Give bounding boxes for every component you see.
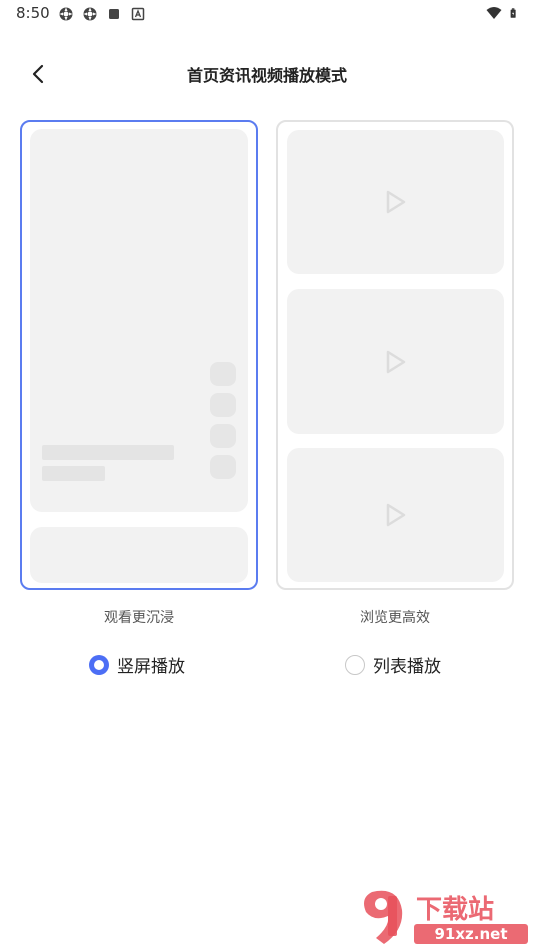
- list-mode-radio-option[interactable]: 列表播放: [345, 652, 441, 677]
- square-notification-icon: [109, 9, 119, 19]
- play-icon: [386, 503, 405, 527]
- list-preview-item: [287, 448, 504, 582]
- svg-text:91xz.net: 91xz.net: [434, 925, 507, 943]
- preview-action-button: [210, 455, 236, 479]
- list-preview-item: [287, 130, 504, 274]
- vertical-mode-label: 竖屏播放: [117, 657, 185, 677]
- status-bar: 8:50: [0, 0, 534, 28]
- a-letter-icon: [131, 7, 145, 21]
- vertical-mode-card[interactable]: [20, 120, 258, 590]
- settings-gear-icon: [59, 7, 73, 21]
- status-icons-left: [58, 6, 146, 22]
- battery-icon: [510, 8, 516, 18]
- radio-selected-icon[interactable]: [89, 654, 109, 675]
- status-icons-right: [486, 5, 520, 21]
- preview-action-button: [210, 424, 236, 448]
- settings-gear-icon: [83, 7, 97, 21]
- list-preview-item: [287, 289, 504, 434]
- watermark-logo: 下载站 91xz.net: [354, 886, 532, 948]
- page-title: 首页资讯视频播放模式: [186, 66, 347, 85]
- play-icon: [386, 190, 405, 214]
- preview-text-line: [42, 445, 174, 460]
- radio-unselected-icon[interactable]: [345, 654, 365, 675]
- vertical-mode-radio-option[interactable]: 竖屏播放: [89, 652, 185, 677]
- status-time: 8:50: [16, 4, 50, 22]
- preview-text-line: [42, 466, 105, 481]
- wifi-icon: [486, 7, 502, 19]
- list-mode-caption: 浏览更高效: [360, 610, 430, 626]
- watermark-logo-graphic: 下载站 91xz.net: [364, 890, 528, 944]
- vertical-preview-bottom-bar: [30, 527, 248, 583]
- preview-action-button: [210, 393, 236, 417]
- list-mode-label: 列表播放: [373, 657, 441, 677]
- vertical-preview-screen: [30, 129, 248, 512]
- vertical-mode-caption: 观看更沉浸: [104, 610, 174, 626]
- play-icon: [386, 350, 405, 373]
- svg-text:下载站: 下载站: [416, 895, 494, 925]
- list-mode-card[interactable]: [276, 120, 514, 590]
- preview-action-button: [210, 362, 236, 386]
- top-bar: 首页资讯视频播放模式: [0, 48, 534, 98]
